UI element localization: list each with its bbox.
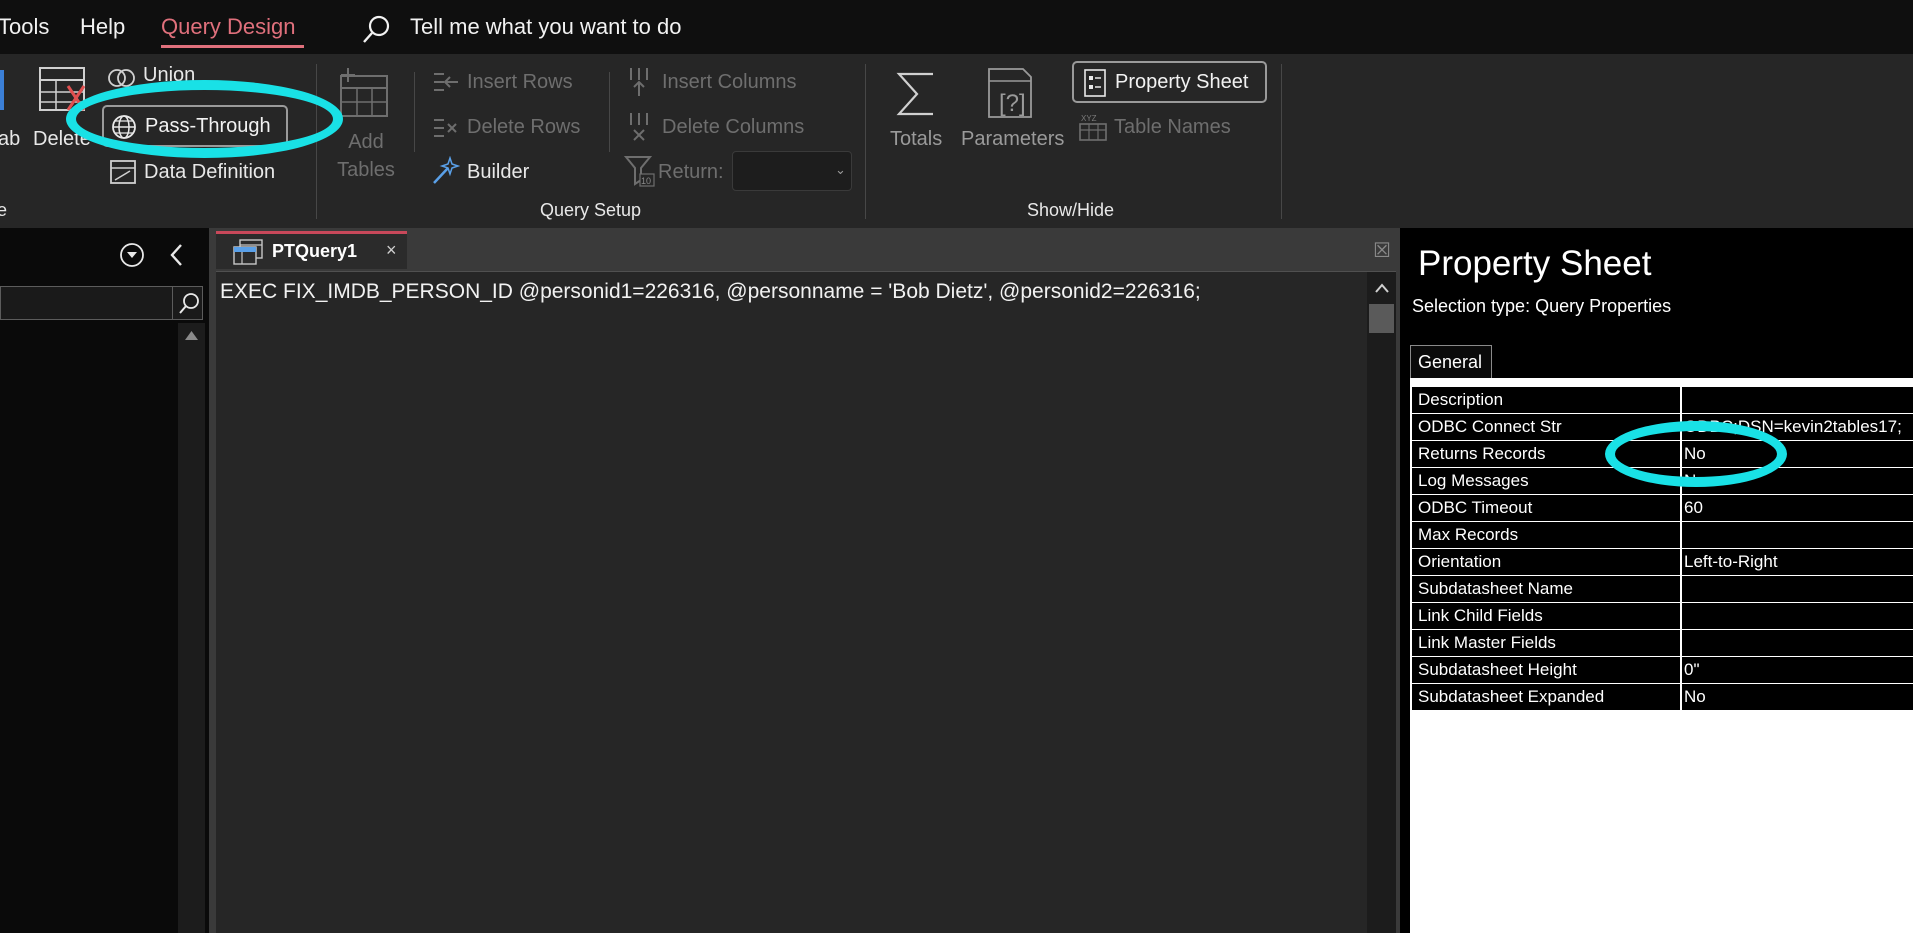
builder-wand-icon [433,156,460,184]
active-tab-underline [161,45,304,48]
property-value[interactable] [1682,522,1913,548]
chevron-down-icon: ⌄ [835,162,846,177]
totals-button[interactable]: Totals [890,128,942,151]
sql-statement-text[interactable]: EXEC FIX_IMDB_PERSON_ID @personid1=22631… [220,280,1201,304]
sql-vertical-scrollbar[interactable] [1367,272,1396,933]
insert-columns-button[interactable]: Insert Columns [662,71,797,94]
property-value[interactable]: 60 [1682,495,1913,521]
scroll-up-arrow-icon[interactable] [184,329,199,341]
data-definition-button[interactable]: Data Definition [144,161,275,184]
property-name: Subdatasheet Height [1412,657,1680,683]
close-tab-icon[interactable]: × [386,240,397,261]
property-row[interactable]: Max Records [1412,522,1913,549]
property-sheet-button[interactable]: Property Sheet [1072,61,1267,103]
parameters-button[interactable]: Parameters [961,128,1064,151]
group-separator [414,72,415,152]
property-name: Description [1412,387,1680,413]
document-area: PTQuery1 × ☒ EXEC FIX_IMDB_PERSON_ID @pe… [209,228,1400,933]
property-row[interactable]: Subdatasheet Name [1412,576,1913,603]
property-value[interactable]: No [1682,684,1913,710]
delete-columns-icon [630,113,648,141]
query-object-icon [233,239,263,265]
nav-search-icon[interactable] [177,291,201,315]
highlight-ring-pass-through [66,80,343,158]
property-name: Link Child Fields [1412,603,1680,629]
property-name: Subdatasheet Name [1412,576,1680,602]
return-dropdown[interactable]: ⌄ [732,151,852,191]
property-row[interactable]: Link Child Fields [1412,603,1913,630]
property-row[interactable]: Subdatasheet Height 0" [1412,657,1913,684]
nav-menu-dropdown-icon[interactable] [119,242,145,268]
property-name: Orientation [1412,549,1680,575]
property-value[interactable]: 0" [1682,657,1913,683]
totals-sigma-icon [896,72,933,116]
table-names-icon: XYZ [1079,114,1107,141]
insert-rows-icon [434,73,458,91]
property-name: Max Records [1412,522,1680,548]
property-row[interactable]: Link Master Fields [1412,630,1913,657]
property-name: Subdatasheet Expanded [1412,684,1680,710]
tab-general-label: General [1418,352,1483,372]
property-name: Link Master Fields [1412,630,1680,656]
group-separator [865,64,866,219]
table-names-button[interactable]: Table Names [1114,116,1231,139]
property-value[interactable] [1682,603,1913,629]
search-icon[interactable] [361,13,391,45]
close-document-icon[interactable]: ☒ [1373,238,1391,263]
property-name: ODBC Timeout [1412,495,1680,521]
svg-text:[?]: [?] [999,90,1026,117]
crosstab-button[interactable]: ab [0,128,20,151]
tab-help[interactable]: Help [80,14,125,40]
property-row[interactable]: ODBC Timeout 60 [1412,495,1913,522]
property-value[interactable] [1682,630,1913,656]
property-sheet-pane: Property Sheet Selection type: Query Pro… [1400,228,1913,933]
property-sheet-title: Property Sheet [1418,244,1652,283]
navigation-pane [0,228,209,933]
svg-text:10: 10 [641,176,651,186]
group-separator [1281,64,1282,219]
tell-me-search[interactable]: Tell me what you want to do [410,14,681,40]
nav-scrollbar[interactable] [178,323,205,933]
builder-button[interactable]: Builder [467,161,529,184]
delete-rows-button[interactable]: Delete Rows [467,116,580,139]
add-tables-button[interactable]: Add Tables [332,128,400,184]
crosstab-icon [0,70,4,110]
delete-columns-button[interactable]: Delete Columns [662,116,804,139]
highlight-ring-returns-records [1605,421,1787,487]
tab-ptquery1[interactable]: PTQuery1 × [216,231,407,269]
insert-rows-button[interactable]: Insert Rows [467,71,573,94]
selection-type: Selection type: Query Properties [1412,296,1672,316]
scroll-up-chevron-icon[interactable] [1374,282,1390,294]
insert-columns-icon [630,68,648,96]
property-value[interactable] [1682,576,1913,602]
parameters-icon: [?] [988,68,1032,118]
property-row[interactable]: Subdatasheet Expanded No [1412,684,1913,711]
add-tables-icon [340,68,388,117]
return-filter-icon: 10 [624,156,655,187]
doc-tab-title: PTQuery1 [272,241,358,261]
property-row[interactable]: Orientation Left-to-Right [1412,549,1913,576]
tab-tools[interactable]: Tools [0,14,49,40]
return-label: Return: [658,161,724,183]
scroll-thumb[interactable] [1369,304,1394,333]
property-sheet-icon [1084,69,1106,97]
svg-text:XYZ: XYZ [1081,114,1097,123]
property-sheet-label: Property Sheet [1115,71,1249,93]
sql-editor[interactable]: EXEC FIX_IMDB_PERSON_ID @personid1=22631… [216,271,1396,933]
query-type-group-label: e [0,200,8,220]
query-setup-group-label: Query Setup [540,200,642,220]
tab-general[interactable]: General [1410,345,1492,378]
collapse-pane-chevron-icon[interactable] [167,242,187,268]
delete-rows-icon [434,119,457,137]
property-value[interactable] [1682,387,1913,413]
nav-search-input[interactable] [0,286,203,320]
show-hide-group-label: Show/Hide [1027,200,1115,220]
data-definition-icon [110,160,136,184]
nav-search-divider [172,287,173,319]
menu-bar: Tools Help Query Design Tell me what you… [0,0,1913,54]
property-row[interactable]: Description [1412,387,1913,414]
property-value[interactable]: Left-to-Right [1682,549,1913,575]
group-separator [609,72,610,152]
tab-query-design[interactable]: Query Design [161,14,296,40]
